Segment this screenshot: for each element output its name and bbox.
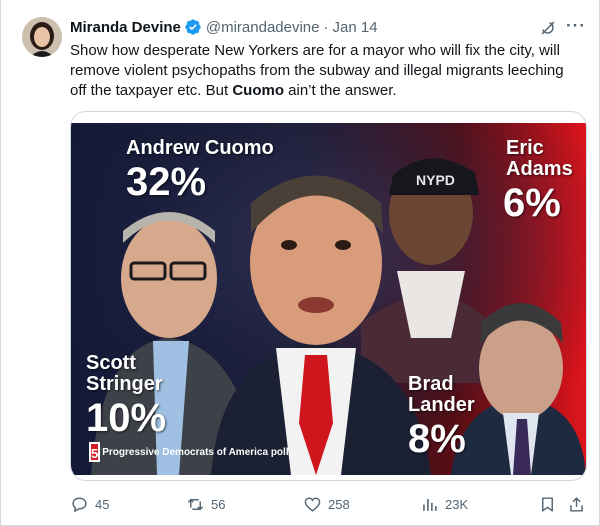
- views-button[interactable]: 23K: [420, 492, 468, 516]
- author-avatar[interactable]: [22, 17, 62, 57]
- tweet-text: Show how desperate New Yorkers are for a…: [70, 41, 582, 101]
- grok-icon[interactable]: [539, 19, 557, 37]
- candidate-name-cuomo: Andrew Cuomo: [126, 137, 274, 159]
- share-button[interactable]: [567, 492, 586, 516]
- repost-button[interactable]: 56: [186, 492, 225, 516]
- author-handle[interactable]: @mirandadevine: [206, 19, 320, 36]
- candidate-name-lander-first: Brad: [408, 373, 454, 395]
- poll-strip: 5 Progressive Democrats of America poll: [71, 440, 289, 464]
- more-options-icon[interactable]: ···: [566, 16, 586, 36]
- media-image: NYPD Andrew Cuomo 32% Eric Adams 6% Scot…: [71, 123, 586, 475]
- candidate-percent-cuomo: 32%: [126, 160, 207, 204]
- tweet-header: Miranda Devine @mirandadevine · Jan 14: [70, 17, 579, 37]
- channel-5-logo: 5: [89, 442, 101, 462]
- candidate-percent-adams: 6%: [503, 181, 561, 225]
- bookmark-icon: [542, 496, 553, 512]
- views-chart-icon: [423, 498, 437, 511]
- repost-icon: [187, 498, 204, 510]
- avatar-photo: [22, 17, 62, 57]
- tweet-media[interactable]: NYPD Andrew Cuomo 32% Eric Adams 6% Scot…: [70, 111, 587, 481]
- share-icon: [570, 496, 583, 512]
- tweet-text-bold: Cuomo: [232, 82, 284, 99]
- candidate-name-lander-last: Lander: [408, 394, 475, 416]
- candidate-name-adams-last: Adams: [506, 158, 573, 180]
- candidate-percent-stringer: 10%: [86, 396, 167, 440]
- candidate-name-adams-first: Eric: [506, 137, 544, 159]
- poll-label: Progressive Democrats of America poll: [102, 446, 289, 458]
- separator-dot: ·: [323, 18, 329, 36]
- like-button[interactable]: 258: [303, 492, 350, 516]
- heart-icon: [304, 496, 321, 512]
- candidate-percent-lander: 8%: [408, 417, 466, 461]
- reply-button[interactable]: 45: [70, 492, 109, 516]
- candidate-name-stringer-last: Stringer: [86, 373, 163, 395]
- reply-count: 45: [95, 496, 110, 512]
- tweet-text-part2: ain’t the answer.: [284, 82, 397, 99]
- bookmark-button[interactable]: [538, 492, 557, 516]
- reply-icon: [72, 496, 87, 512]
- repost-count: 56: [211, 496, 226, 512]
- verified-badge-icon: [185, 19, 201, 35]
- like-count: 258: [328, 496, 350, 512]
- cap-text: NYPD: [416, 172, 455, 188]
- author-name[interactable]: Miranda Devine: [70, 19, 181, 36]
- action-bar: 45 56 258 23K: [70, 492, 585, 516]
- views-count: 23K: [445, 496, 469, 512]
- candidate-name-stringer-first: Scott: [86, 352, 136, 374]
- tweet[interactable]: Miranda Devine @mirandadevine · Jan 14 ·…: [0, 0, 600, 526]
- tweet-date[interactable]: Jan 14: [333, 19, 378, 36]
